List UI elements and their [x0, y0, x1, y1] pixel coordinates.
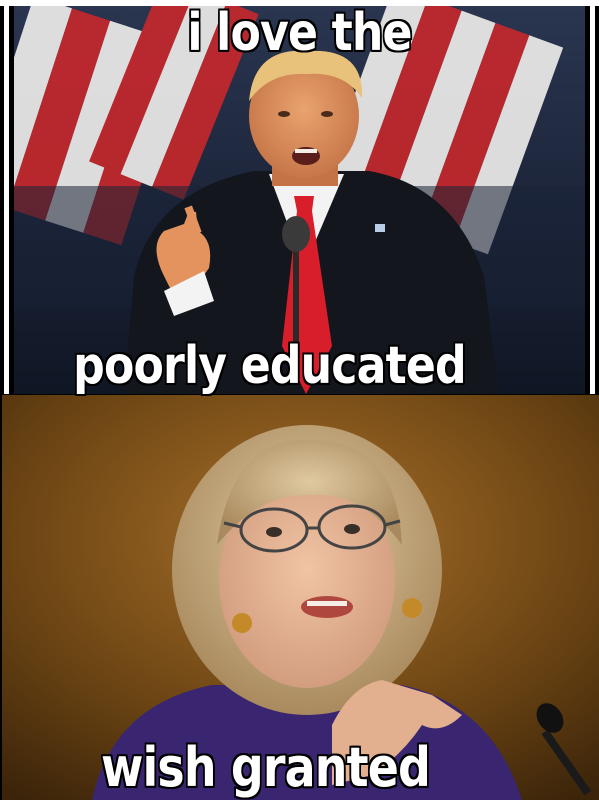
left-border — [4, 0, 9, 394]
caption-middle: poorly educated — [72, 336, 468, 397]
caption-bottom: wish granted — [100, 736, 432, 799]
caption-top: i love the — [186, 3, 414, 64]
meme-canvas: i love the poorly educated wish granted — [0, 0, 599, 800]
right-border — [590, 0, 595, 394]
